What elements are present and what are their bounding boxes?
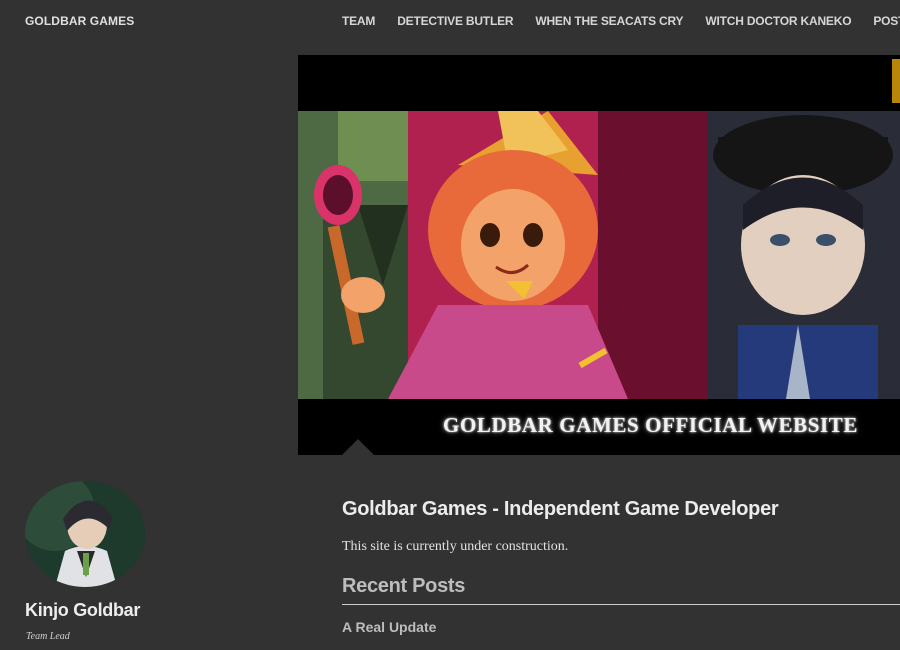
- avatar-illustration: [25, 481, 145, 587]
- recent-posts-heading: Recent Posts: [342, 575, 900, 605]
- banner-illustration: [298, 55, 900, 455]
- nav-item-when-the-seacats-cry[interactable]: WHEN THE SEACATS CRY: [535, 14, 683, 28]
- nav-item-witch-doctor-kaneko[interactable]: WITCH DOCTOR KANEKO: [705, 14, 851, 28]
- author-avatar: [25, 481, 145, 587]
- page-body-text: This site is currently under constructio…: [342, 539, 569, 554]
- main-nav: TEAM DETECTIVE BUTLER WHEN THE SEACATS C…: [342, 14, 900, 28]
- nav-item-detective-butler[interactable]: DETECTIVE BUTLER: [397, 14, 513, 28]
- nav-item-posts[interactable]: POSTS: [873, 14, 900, 28]
- site-title-link[interactable]: GOLDBAR GAMES: [25, 14, 134, 28]
- nav-item-team[interactable]: TEAM: [342, 14, 375, 28]
- banner-notch: [342, 439, 374, 455]
- banner-caption: GOLDBAR GAMES OFFICIAL WEBSITE: [443, 413, 858, 437]
- author-name: Kinjo Goldbar: [25, 600, 141, 620]
- page-title: Goldbar Games - Independent Game Develop…: [342, 498, 779, 520]
- header-banner-image: GOLDBAR GAMES OFFICIAL WEBSITE: [298, 55, 900, 455]
- recent-post-link[interactable]: A Real Update: [342, 619, 900, 635]
- author-role: Team Lead: [26, 631, 70, 642]
- main-content: Goldbar Games - Independent Game Develop…: [342, 498, 900, 635]
